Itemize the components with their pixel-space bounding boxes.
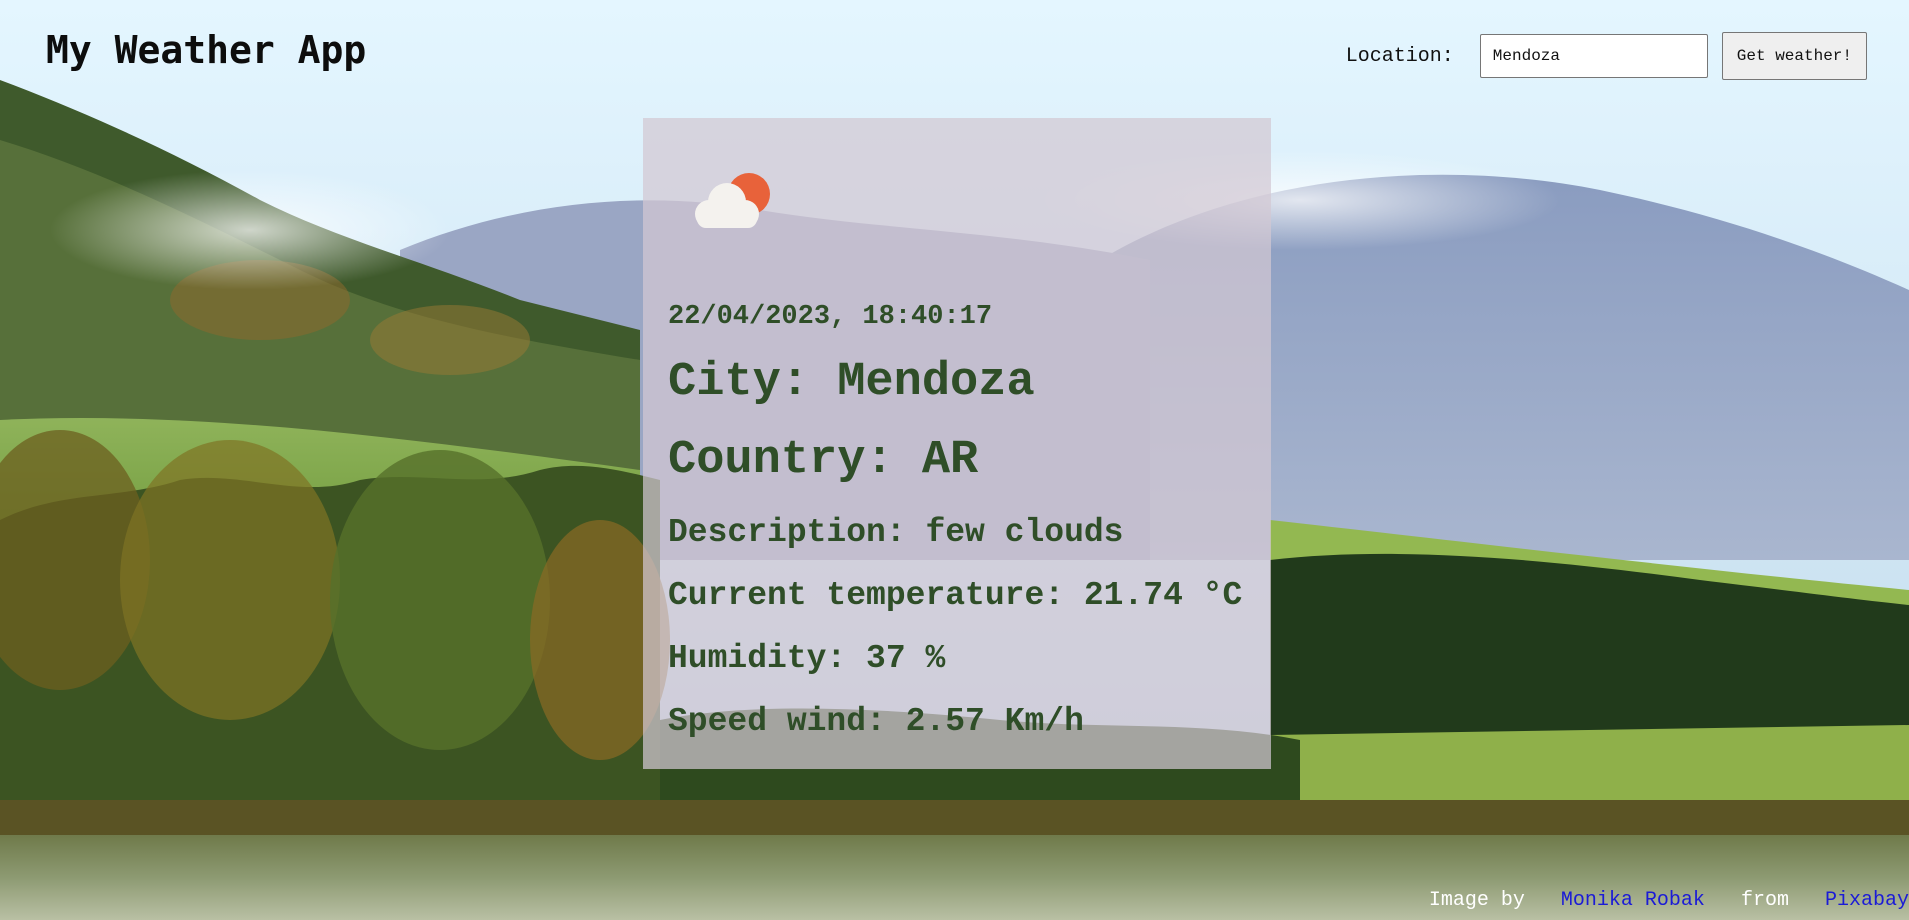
app-title: My Weather App (46, 28, 367, 72)
weather-card: 22/04/2023, 18:40:17 City: Mendoza Count… (643, 118, 1271, 769)
credits-author-link[interactable]: Monika Robak (1561, 889, 1705, 912)
few-clouds-day-icon (695, 173, 770, 228)
credits-source-link[interactable]: Pixabay (1825, 889, 1909, 912)
get-weather-button[interactable]: Get weather! (1721, 32, 1867, 80)
weather-description: Description: few clouds (668, 514, 1124, 551)
weather-country: Country: AR (668, 434, 979, 487)
location-label: Location: (1345, 44, 1454, 68)
location-input[interactable] (1479, 34, 1708, 78)
weather-city: City: Mendoza (668, 356, 1035, 409)
weather-temperature: Current temperature: 21.74 °C (668, 577, 1243, 614)
credits-from-text: from (1740, 889, 1789, 912)
weather-wind-speed: Speed wind: 2.57 Km/h (668, 703, 1084, 740)
image-credits: Image by Monika Robak from Pixabay (1429, 889, 1909, 912)
credits-prefix: Image by (1428, 889, 1525, 912)
location-search-form: Location: Get weather! (1346, 32, 1867, 80)
weather-datetime: 22/04/2023, 18:40:17 (668, 302, 993, 332)
weather-humidity: Humidity: 37 % (668, 640, 946, 677)
